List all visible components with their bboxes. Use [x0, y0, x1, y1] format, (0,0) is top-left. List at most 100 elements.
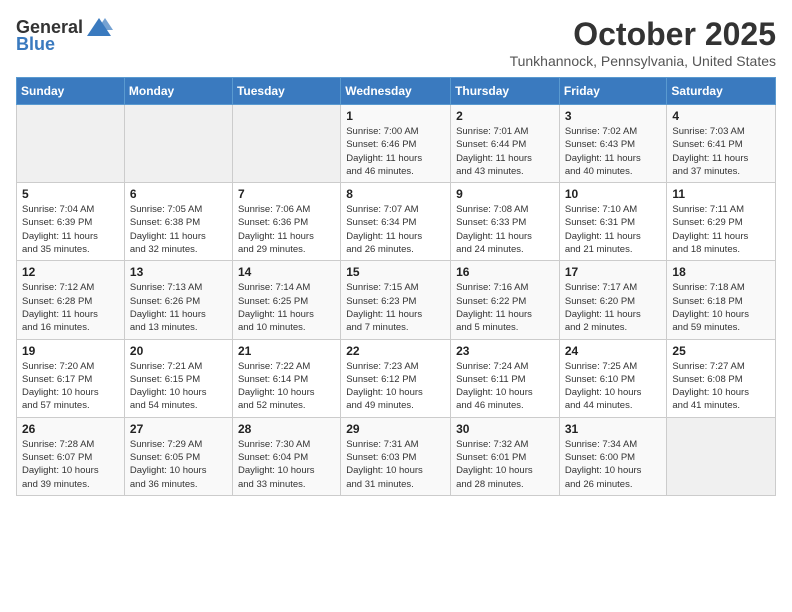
day-number: 2: [456, 109, 554, 123]
day-number: 17: [565, 265, 662, 279]
calendar-cell: 17 Sunrise: 7:17 AM Sunset: 6:20 PM Dayli…: [559, 261, 667, 339]
day-number: 1: [346, 109, 445, 123]
day-info: Sunrise: 7:27 AM Sunset: 6:08 PM Dayligh…: [672, 360, 770, 413]
calendar-cell: 16Sunrise: 7:16 AM Sunset: 6:22 PM Dayli…: [451, 261, 560, 339]
calendar-cell: 10 Sunrise: 7:10 AM Sunset: 6:31 PM Dayli…: [559, 183, 667, 261]
day-number: 23: [456, 344, 554, 358]
calendar-cell: 23 Sunrise: 7:24 AM Sunset: 6:11 PM Dayli…: [451, 339, 560, 417]
day-info: Sunrise: 7:10 AM Sunset: 6:31 PM Dayligh…: [565, 203, 662, 256]
day-number: 12: [22, 265, 119, 279]
day-number: 4: [672, 109, 770, 123]
day-info: Sunrise: 7:02 AM Sunset: 6:43 PM Dayligh…: [565, 125, 662, 178]
day-info: Sunrise: 7:12 AM Sunset: 6:28 PM Dayligh…: [22, 281, 119, 334]
day-info: Sunrise: 7:34 AM Sunset: 6:00 PM Dayligh…: [565, 438, 662, 491]
day-number: 7: [238, 187, 335, 201]
day-info: Sunrise: 7:18 AM Sunset: 6:18 PM Dayligh…: [672, 281, 770, 334]
calendar-cell: 27Sunrise: 7:29 AM Sunset: 6:05 PM Dayli…: [124, 417, 232, 495]
day-number: 16: [456, 265, 554, 279]
calendar-cell: 15 Sunrise: 7:15 AM Sunset: 6:23 PM Dayli…: [341, 261, 451, 339]
day-info: Sunrise: 7:05 AM Sunset: 6:38 PM Dayligh…: [130, 203, 227, 256]
calendar-cell: 30 Sunrise: 7:32 AM Sunset: 6:01 PM Dayli…: [451, 417, 560, 495]
day-info: Sunrise: 7:32 AM Sunset: 6:01 PM Dayligh…: [456, 438, 554, 491]
location: Tunkhannock, Pennsylvania, United States: [510, 53, 776, 69]
calendar-cell: 19Sunrise: 7:20 AM Sunset: 6:17 PM Dayli…: [17, 339, 125, 417]
day-number: 8: [346, 187, 445, 201]
day-number: 3: [565, 109, 662, 123]
calendar-table: SundayMondayTuesdayWednesdayThursdayFrid…: [16, 77, 776, 496]
calendar-cell: 7 Sunrise: 7:06 AM Sunset: 6:36 PM Daylig…: [232, 183, 340, 261]
calendar-cell: 22 Sunrise: 7:23 AM Sunset: 6:12 PM Dayli…: [341, 339, 451, 417]
day-number: 15: [346, 265, 445, 279]
day-number: 22: [346, 344, 445, 358]
day-info: Sunrise: 7:00 AM Sunset: 6:46 PM Dayligh…: [346, 125, 445, 178]
calendar-cell: 20Sunrise: 7:21 AM Sunset: 6:15 PM Dayli…: [124, 339, 232, 417]
calendar-cell: 25 Sunrise: 7:27 AM Sunset: 6:08 PM Dayli…: [667, 339, 776, 417]
day-number: 24: [565, 344, 662, 358]
day-info: Sunrise: 7:31 AM Sunset: 6:03 PM Dayligh…: [346, 438, 445, 491]
day-number: 28: [238, 422, 335, 436]
day-number: 14: [238, 265, 335, 279]
day-info: Sunrise: 7:24 AM Sunset: 6:11 PM Dayligh…: [456, 360, 554, 413]
day-number: 29: [346, 422, 445, 436]
calendar-week-2: 5 Sunrise: 7:04 AM Sunset: 6:39 PM Daylig…: [17, 183, 776, 261]
day-number: 9: [456, 187, 554, 201]
calendar-week-4: 19Sunrise: 7:20 AM Sunset: 6:17 PM Dayli…: [17, 339, 776, 417]
calendar-header: SundayMondayTuesdayWednesdayThursdayFrid…: [17, 78, 776, 105]
calendar-cell: 1 Sunrise: 7:00 AM Sunset: 6:46 PM Daylig…: [341, 105, 451, 183]
calendar-cell: 29 Sunrise: 7:31 AM Sunset: 6:03 PM Dayli…: [341, 417, 451, 495]
day-number: 25: [672, 344, 770, 358]
weekday-header-saturday: Saturday: [667, 78, 776, 105]
calendar-cell: [17, 105, 125, 183]
calendar-cell: [124, 105, 232, 183]
day-info: Sunrise: 7:14 AM Sunset: 6:25 PM Dayligh…: [238, 281, 335, 334]
month-year: October 2025: [510, 16, 776, 53]
calendar-cell: 24Sunrise: 7:25 AM Sunset: 6:10 PM Dayli…: [559, 339, 667, 417]
day-info: Sunrise: 7:11 AM Sunset: 6:29 PM Dayligh…: [672, 203, 770, 256]
day-number: 10: [565, 187, 662, 201]
weekday-header-row: SundayMondayTuesdayWednesdayThursdayFrid…: [17, 78, 776, 105]
day-info: Sunrise: 7:20 AM Sunset: 6:17 PM Dayligh…: [22, 360, 119, 413]
day-info: Sunrise: 7:06 AM Sunset: 6:36 PM Dayligh…: [238, 203, 335, 256]
calendar-cell: 21Sunrise: 7:22 AM Sunset: 6:14 PM Dayli…: [232, 339, 340, 417]
calendar-cell: [232, 105, 340, 183]
weekday-header-thursday: Thursday: [451, 78, 560, 105]
day-number: 31: [565, 422, 662, 436]
day-number: 6: [130, 187, 227, 201]
title-section: October 2025 Tunkhannock, Pennsylvania, …: [510, 16, 776, 69]
calendar-cell: 6 Sunrise: 7:05 AM Sunset: 6:38 PM Daylig…: [124, 183, 232, 261]
day-info: Sunrise: 7:13 AM Sunset: 6:26 PM Dayligh…: [130, 281, 227, 334]
day-number: 5: [22, 187, 119, 201]
calendar-cell: 18 Sunrise: 7:18 AM Sunset: 6:18 PM Dayli…: [667, 261, 776, 339]
page-header: General Blue October 2025 Tunkhannock, P…: [16, 16, 776, 69]
day-info: Sunrise: 7:23 AM Sunset: 6:12 PM Dayligh…: [346, 360, 445, 413]
day-info: Sunrise: 7:30 AM Sunset: 6:04 PM Dayligh…: [238, 438, 335, 491]
weekday-header-sunday: Sunday: [17, 78, 125, 105]
day-number: 30: [456, 422, 554, 436]
day-info: Sunrise: 7:04 AM Sunset: 6:39 PM Dayligh…: [22, 203, 119, 256]
logo-icon: [85, 16, 113, 38]
calendar-body: 1 Sunrise: 7:00 AM Sunset: 6:46 PM Daylig…: [17, 105, 776, 496]
calendar-week-1: 1 Sunrise: 7:00 AM Sunset: 6:46 PM Daylig…: [17, 105, 776, 183]
calendar-week-3: 12 Sunrise: 7:12 AM Sunset: 6:28 PM Dayli…: [17, 261, 776, 339]
day-info: Sunrise: 7:22 AM Sunset: 6:14 PM Dayligh…: [238, 360, 335, 413]
weekday-header-friday: Friday: [559, 78, 667, 105]
day-info: Sunrise: 7:01 AM Sunset: 6:44 PM Dayligh…: [456, 125, 554, 178]
calendar-cell: 28 Sunrise: 7:30 AM Sunset: 6:04 PM Dayli…: [232, 417, 340, 495]
calendar-cell: 14 Sunrise: 7:14 AM Sunset: 6:25 PM Dayli…: [232, 261, 340, 339]
calendar-cell: 13 Sunrise: 7:13 AM Sunset: 6:26 PM Dayli…: [124, 261, 232, 339]
day-info: Sunrise: 7:17 AM Sunset: 6:20 PM Dayligh…: [565, 281, 662, 334]
calendar-cell: 11Sunrise: 7:11 AM Sunset: 6:29 PM Dayli…: [667, 183, 776, 261]
day-number: 18: [672, 265, 770, 279]
calendar-cell: [667, 417, 776, 495]
calendar-cell: 26Sunrise: 7:28 AM Sunset: 6:07 PM Dayli…: [17, 417, 125, 495]
calendar-cell: 2 Sunrise: 7:01 AM Sunset: 6:44 PM Daylig…: [451, 105, 560, 183]
day-info: Sunrise: 7:15 AM Sunset: 6:23 PM Dayligh…: [346, 281, 445, 334]
logo: General Blue: [16, 16, 113, 55]
day-info: Sunrise: 7:29 AM Sunset: 6:05 PM Dayligh…: [130, 438, 227, 491]
day-info: Sunrise: 7:28 AM Sunset: 6:07 PM Dayligh…: [22, 438, 119, 491]
calendar-cell: 9Sunrise: 7:08 AM Sunset: 6:33 PM Daylig…: [451, 183, 560, 261]
day-info: Sunrise: 7:07 AM Sunset: 6:34 PM Dayligh…: [346, 203, 445, 256]
calendar-week-5: 26Sunrise: 7:28 AM Sunset: 6:07 PM Dayli…: [17, 417, 776, 495]
day-number: 13: [130, 265, 227, 279]
calendar-cell: 12 Sunrise: 7:12 AM Sunset: 6:28 PM Dayli…: [17, 261, 125, 339]
